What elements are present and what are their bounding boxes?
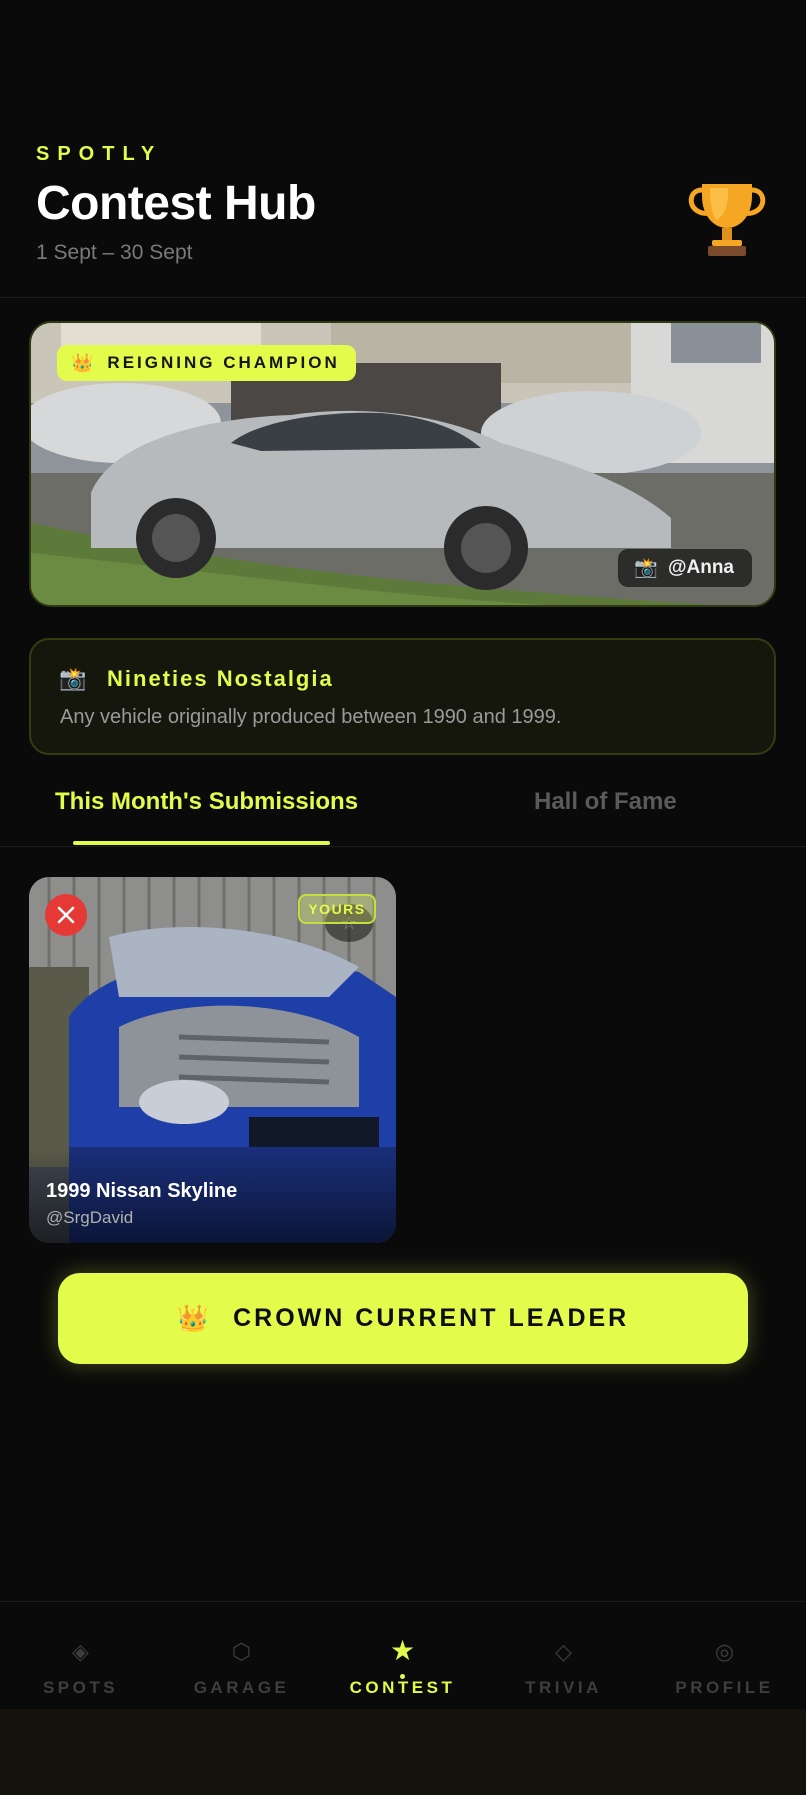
system-navigation-bar — [0, 1709, 806, 1795]
nav-label-spots: SPOTS — [42, 1678, 119, 1697]
theme-description: Any vehicle originally produced between … — [60, 706, 562, 728]
nav-item-profile[interactable]: ◎ PROFILE — [644, 1602, 805, 1710]
nav-item-spots[interactable]: ◈ SPOTS — [0, 1602, 161, 1710]
header-divider — [0, 297, 806, 298]
nav-item-contest[interactable]: ★ CONTEST — [322, 1602, 483, 1710]
reigning-champion-badge: 👑 REIGNING CHAMPION — [57, 345, 356, 381]
contest-theme-card: 📸 Nineties Nostalgia Any vehicle origina… — [29, 638, 776, 755]
nav-label-garage: GARAGE — [193, 1678, 290, 1697]
close-icon — [57, 906, 75, 924]
tabs-divider — [0, 846, 806, 847]
crown-icon: 👑 — [176, 1303, 210, 1333]
reigning-champion-label: REIGNING CHAMPION — [107, 353, 340, 372]
submission-username: @SrgDavid — [46, 1208, 134, 1227]
nav-label-trivia: TRIVIA — [525, 1678, 602, 1697]
reigning-champion-card[interactable]: 👑 REIGNING CHAMPION 📸 @Anna — [29, 321, 776, 607]
page-title: Contest Hub — [36, 177, 316, 230]
brand-label: SPOTLY — [36, 143, 163, 165]
tab-this-months-submissions[interactable]: This Month's Submissions — [55, 788, 358, 816]
star-icon: ★ — [389, 1635, 416, 1666]
contest-dates: 1 Sept – 30 Sept — [36, 241, 193, 264]
nav-label-contest: CONTEST — [349, 1678, 456, 1697]
camera-icon: 📸 — [634, 558, 658, 579]
champion-user-tag[interactable]: 📸 @Anna — [618, 549, 752, 587]
crown-current-leader-button[interactable]: 👑 CROWN CURRENT LEADER — [58, 1273, 748, 1364]
crown-current-leader-label: CROWN CURRENT LEADER — [233, 1304, 630, 1332]
trophy-icon — [688, 184, 766, 256]
contest-hub-screen: SPOTLY Contest Hub 1 Sept – 30 Sept 👑 RE… — [0, 0, 806, 1795]
delete-submission-button[interactable] — [45, 894, 87, 936]
theme-name: Nineties Nostalgia — [107, 666, 334, 691]
crown-icon: 👑 — [71, 352, 94, 373]
active-tab-indicator — [73, 841, 330, 845]
tab-hall-of-fame[interactable]: Hall of Fame — [534, 788, 677, 816]
diamond-outline-icon: ◇ — [555, 1639, 572, 1664]
submission-card[interactable]: ☆ YOURS 1999 Nissan Skyline @SrgDavid — [29, 877, 396, 1243]
yours-badge: YOURS — [298, 894, 376, 924]
hexagon-icon: ⬡ — [231, 1639, 252, 1664]
camera-flash-icon: 📸 — [59, 666, 87, 691]
ring-icon: ◎ — [714, 1639, 735, 1664]
champion-username: @Anna — [667, 557, 734, 578]
diamond-icon: ◈ — [72, 1639, 89, 1664]
bottom-navigation: ◈ SPOTS ⬡ GARAGE ★ CONTEST ◇ TRIVIA ◎ PR… — [0, 1601, 806, 1710]
nav-item-trivia[interactable]: ◇ TRIVIA — [483, 1602, 644, 1710]
nav-label-profile: PROFILE — [675, 1678, 774, 1697]
nav-item-garage[interactable]: ⬡ GARAGE — [161, 1602, 322, 1710]
submission-title: 1999 Nissan Skyline — [46, 1180, 238, 1202]
